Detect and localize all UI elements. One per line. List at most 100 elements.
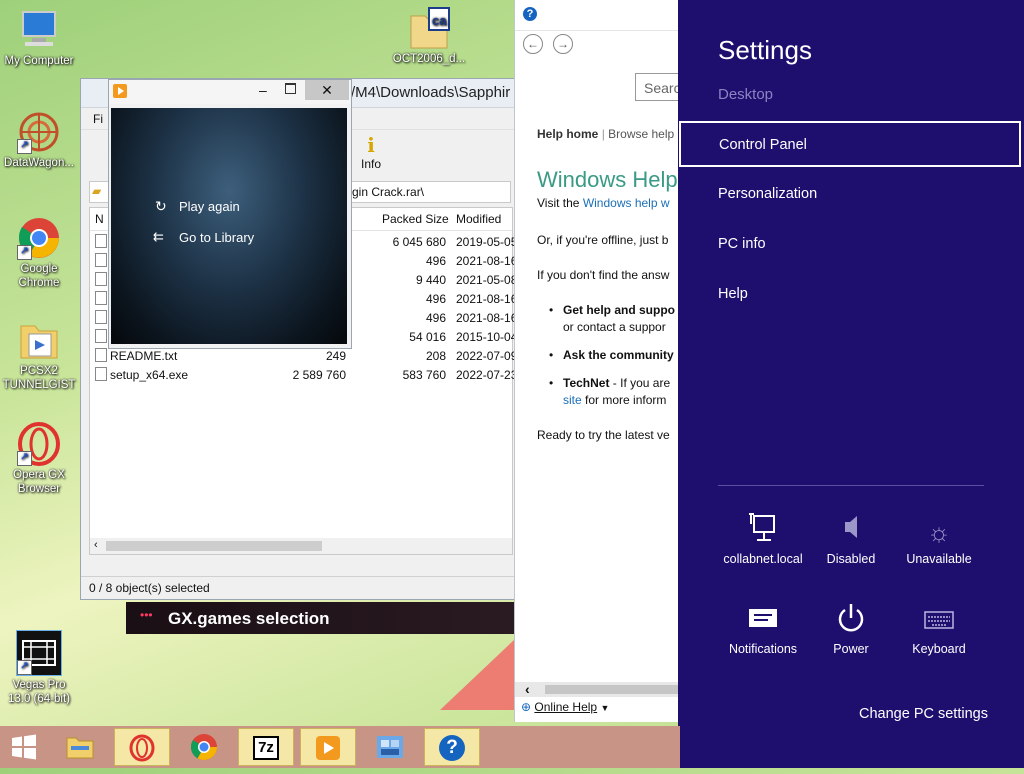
help-hscrollbar[interactable]: ‹ xyxy=(515,681,681,697)
settings-item-personalization[interactable]: Personalization xyxy=(718,186,817,202)
technet-line-2: site for more inform xyxy=(563,393,666,407)
keyboard-tile[interactable]: Keyboard xyxy=(894,602,984,656)
info-icon: i xyxy=(367,133,375,157)
forward-button[interactable]: → xyxy=(553,34,573,54)
opera-gx-icon: ↗ xyxy=(17,422,61,466)
scroll-left-arrow-icon[interactable]: ‹ xyxy=(94,539,98,551)
column-modified[interactable]: Modified xyxy=(456,212,501,226)
close-button[interactable]: ✕ xyxy=(305,80,349,100)
help-titlebar-bg xyxy=(515,30,681,31)
gx-games-banner[interactable]: ••• GX.games selection xyxy=(126,602,514,634)
notifications-tile[interactable]: Notifications xyxy=(718,602,808,656)
modified-cell: 2022-07-09 xyxy=(456,349,518,363)
scroll-left-arrow-icon[interactable]: ‹ xyxy=(525,681,530,697)
technet-site-link[interactable]: site xyxy=(563,393,582,407)
help-icon[interactable]: ? xyxy=(424,728,480,766)
datawagon-icon: ↗ xyxy=(17,110,61,154)
desktop-icon-label: My Computer xyxy=(4,55,74,67)
info-toolbar-button[interactable]: i Info xyxy=(351,133,391,177)
desktop-icon-my-computer[interactable]: My Computer xyxy=(1,8,77,68)
chrome-icon: ↗ xyxy=(17,216,61,260)
go-to-library-button[interactable]: ⇇ Go to Library xyxy=(153,229,254,245)
contact-support-text: or contact a suppor xyxy=(563,320,666,334)
start-icon[interactable] xyxy=(0,728,48,766)
shortcut-arrow-icon: ↗ xyxy=(17,245,32,260)
menu-file[interactable]: Fi xyxy=(93,112,103,126)
opera-gx-icon[interactable] xyxy=(114,728,170,766)
settings-item-help[interactable]: Help xyxy=(718,286,748,302)
ask-community-link[interactable]: Ask the community xyxy=(563,348,674,362)
desktop-icon-pcsx2[interactable]: PCSX2 TUNNELGIST xyxy=(1,318,77,392)
desktop-icon-label: DataWagon... xyxy=(4,157,74,169)
chevron-down-icon: ▼ xyxy=(600,703,610,713)
table-row[interactable]: setup_x64.exe 2 589 760 583 760 2022-07-23 xyxy=(90,365,517,384)
change-pc-settings-link[interactable]: Change PC settings xyxy=(859,706,988,722)
player-video-area[interactable]: ↻ Play again ⇇ Go to Library xyxy=(111,108,347,344)
packed-size-cell: 583 760 xyxy=(402,368,446,382)
help-page-title: Windows Help xyxy=(537,167,678,192)
scroll-thumb[interactable] xyxy=(545,685,681,694)
dont-find-text: If you don't find the answ xyxy=(537,268,670,282)
size-cell: 249 xyxy=(325,349,346,363)
shortcut-arrow-icon: ↗ xyxy=(17,660,32,675)
file-icon xyxy=(95,310,107,324)
scroll-thumb[interactable] xyxy=(106,541,322,551)
status-text: 0 / 8 object(s) selected xyxy=(89,581,210,595)
media-player-icon[interactable] xyxy=(300,728,356,766)
7zip-icon[interactable]: 7z xyxy=(238,728,294,766)
desktop-icon-oct2006[interactable]: ca OCT2006_d... xyxy=(391,6,467,66)
online-help-icon: ⊕ xyxy=(521,700,532,714)
desktop-icon-label: Google Chrome xyxy=(18,263,60,289)
power-tile[interactable]: Power xyxy=(806,602,896,656)
help-search-box[interactable]: Search xyxy=(635,73,681,101)
banner-dots: ••• xyxy=(140,608,153,622)
volume-tile[interactable]: Disabled xyxy=(806,512,896,566)
tile-label: Keyboard xyxy=(912,642,966,656)
settings-item-control-panel[interactable]: Control Panel xyxy=(679,121,1021,167)
modified-cell: 2019-05-05 xyxy=(456,235,518,249)
app-icon[interactable] xyxy=(362,728,418,766)
play-again-button[interactable]: ↻ Play again xyxy=(155,198,240,214)
size-cell: 2 589 760 xyxy=(292,368,346,382)
desktop-icon-label: Opera GX Browser xyxy=(13,469,65,495)
settings-title: Settings xyxy=(718,35,812,65)
packed-size-cell: 9 440 xyxy=(415,273,446,287)
folder-icon xyxy=(17,318,61,362)
file-explorer-icon[interactable] xyxy=(52,728,108,766)
archive-hscrollbar[interactable]: ‹ xyxy=(90,538,512,554)
minimize-icon[interactable]: – xyxy=(259,82,267,98)
brightness-tile[interactable]: ☼ Unavailable xyxy=(894,512,984,566)
tile-label: Disabled xyxy=(826,552,876,566)
power-icon xyxy=(806,602,896,642)
packed-size-cell: 496 xyxy=(425,311,446,325)
back-button[interactable]: ← xyxy=(523,34,543,54)
banner-text: GX.games selection xyxy=(168,609,330,628)
settings-item-pc-info[interactable]: PC info xyxy=(718,236,766,252)
tile-label: Notifications xyxy=(728,642,798,656)
get-help-link[interactable]: Get help and suppo xyxy=(563,303,675,317)
packed-size-cell: 208 xyxy=(425,349,446,363)
help-breadcrumb: Help home | Browse help xyxy=(537,127,674,141)
windows-help-link[interactable]: Windows help w xyxy=(583,196,670,210)
tile-label: Power xyxy=(833,642,869,656)
file-icon xyxy=(95,348,107,362)
settings-subtitle: Desktop xyxy=(718,86,774,103)
chrome-icon[interactable] xyxy=(176,728,232,766)
file-icon xyxy=(95,253,107,267)
packed-size-cell: 496 xyxy=(425,254,446,268)
desktop-icon-google-chrome[interactable]: ↗ Google Chrome xyxy=(1,216,77,290)
settings-item-label: Personalization xyxy=(718,186,818,202)
desktop-icon-vegas-pro[interactable]: ↗ Vegas Pro 13.0 (64-bit) xyxy=(1,630,77,706)
column-packed-size[interactable]: Packed Size xyxy=(382,212,449,226)
maximize-icon[interactable] xyxy=(285,83,296,94)
modified-cell: 2021-08-16 xyxy=(456,311,518,325)
folder-up-icon[interactable]: ▰ xyxy=(92,184,101,198)
online-help-button[interactable]: ⊕ Online Help ▼ xyxy=(521,700,609,714)
column-name[interactable]: N xyxy=(95,212,104,226)
desktop-icon-opera-gx[interactable]: ↗ Opera GX Browser xyxy=(1,422,77,496)
browse-help-link[interactable]: Browse help xyxy=(608,127,674,141)
network-tile[interactable]: collabnet.local xyxy=(718,512,808,566)
help-home-link[interactable]: Help home xyxy=(537,127,598,141)
desktop-icon-datawagon[interactable]: ↗ DataWagon... xyxy=(1,110,77,170)
shortcut-arrow-icon: ↗ xyxy=(17,451,32,466)
